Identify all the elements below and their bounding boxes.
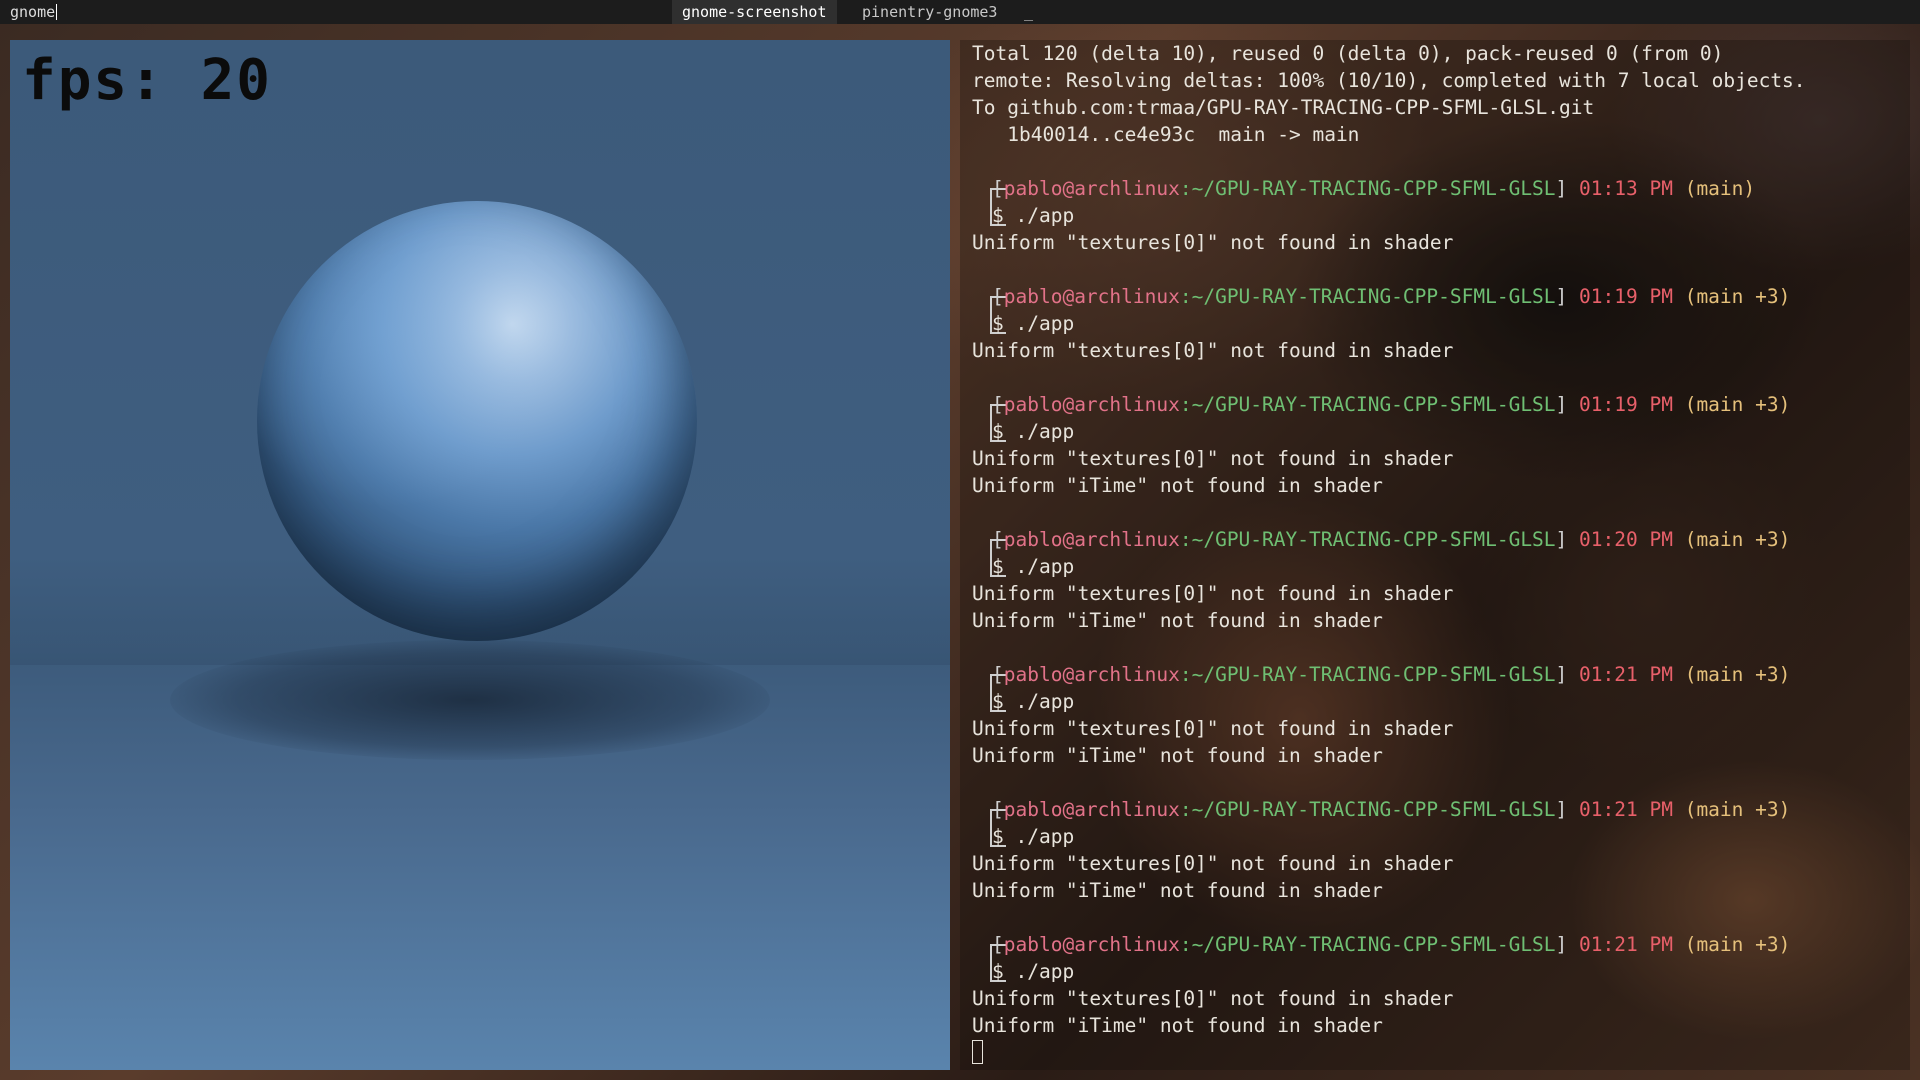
prompt-dollar: $ (992, 204, 1004, 227)
command-text: ./app (1015, 204, 1075, 227)
prompt-path: :~/GPU-RAY-TRACING-CPP-SFML-GLSL (1179, 177, 1556, 200)
command-text: ./app (1015, 825, 1075, 848)
prompt-user-host: pablo@archlinux (1003, 177, 1180, 200)
prompt-dollar: $ (992, 420, 1004, 443)
more-results-indicator: _ (1024, 3, 1034, 21)
terminal-output-line: Uniform "textures[0]" not found in shade… (972, 582, 1454, 605)
prompt-bracket-close: ] (1555, 177, 1580, 200)
prompt-bracket-close: ] (1555, 285, 1580, 308)
command-text: ./app (1015, 312, 1075, 335)
prompt-bracket-open: [ (992, 528, 1004, 551)
top-bar: gnome gnome-screenshot pinentry-gnome3 _ (0, 0, 1920, 24)
terminal-output-line: Uniform "textures[0]" not found in shade… (972, 852, 1454, 875)
prompt-line: [pablo@archlinux:~/GPU-RAY-TRACING-CPP-S… (992, 796, 1790, 823)
command-line: $ ./app (992, 553, 1074, 580)
prompt-user-host: pablo@archlinux (1003, 933, 1180, 956)
sphere-shadow (170, 640, 770, 760)
launcher-input[interactable]: gnome (10, 0, 58, 24)
prompt-line: [pablo@archlinux:~/GPU-RAY-TRACING-CPP-S… (992, 931, 1790, 958)
prompt-line: [pablo@archlinux:~/GPU-RAY-TRACING-CPP-S… (992, 283, 1790, 310)
command-line: $ ./app (992, 418, 1074, 445)
command-line: $ ./app (992, 688, 1074, 715)
prompt-bracket-open: [ (992, 798, 1004, 821)
prompt-time: 01:13 PM (1579, 177, 1673, 200)
terminal-output-line: Uniform "iTime" not found in shader (972, 1014, 1383, 1037)
prompt-bracket-open: [ (992, 663, 1004, 686)
terminal-output-line: remote: Resolving deltas: 100% (10/10), … (972, 69, 1806, 92)
prompt-line: [pablo@archlinux:~/GPU-RAY-TRACING-CPP-S… (992, 661, 1790, 688)
prompt-user-host: pablo@archlinux (1003, 663, 1180, 686)
prompt-user-host: pablo@archlinux (1003, 528, 1180, 551)
terminal-output-line: Uniform "textures[0]" not found in shade… (972, 339, 1454, 362)
terminal-output-line: Uniform "textures[0]" not found in shade… (972, 987, 1454, 1010)
prompt-bracket-open: [ (992, 177, 1004, 200)
prompt-bracket-close: ] (1555, 798, 1580, 821)
terminal-output-line: Uniform "iTime" not found in shader (972, 744, 1383, 767)
prompt-path: :~/GPU-RAY-TRACING-CPP-SFML-GLSL (1179, 663, 1556, 686)
terminal-output-line: Uniform "iTime" not found in shader (972, 474, 1383, 497)
prompt-bracket-open: [ (992, 933, 1004, 956)
prompt-bracket-close: ] (1555, 933, 1580, 956)
prompt-time: 01:19 PM (1579, 393, 1673, 416)
prompt-bracket-open: [ (992, 285, 1004, 308)
sphere-highlight (257, 201, 697, 641)
prompt-dollar: $ (992, 960, 1004, 983)
prompt-branch: (main +3) (1684, 663, 1791, 686)
terminal-cursor (972, 1040, 983, 1064)
terminal-output-line: Total 120 (delta 10), reused 0 (delta 0)… (972, 42, 1724, 65)
prompt-dollar: $ (992, 312, 1004, 335)
launcher-result-pinentry-gnome3[interactable]: pinentry-gnome3 (852, 0, 1007, 24)
command-line: $ ./app (992, 202, 1074, 229)
prompt-user-host: pablo@archlinux (1003, 798, 1180, 821)
prompt-bracket-close: ] (1555, 528, 1580, 551)
prompt-branch: (main +3) (1684, 798, 1791, 821)
terminal-output-line: Uniform "textures[0]" not found in shade… (972, 447, 1454, 470)
text-caret (56, 4, 58, 20)
prompt-path: :~/GPU-RAY-TRACING-CPP-SFML-GLSL (1179, 528, 1556, 551)
fps-counter: fps: 20 (22, 48, 273, 113)
terminal-output-line: Uniform "iTime" not found in shader (972, 609, 1383, 632)
prompt-time: 01:19 PM (1579, 285, 1673, 308)
prompt-line: [pablo@archlinux:~/GPU-RAY-TRACING-CPP-S… (992, 175, 1755, 202)
prompt-dollar: $ (992, 690, 1004, 713)
prompt-user-host: pablo@archlinux (1003, 393, 1180, 416)
prompt-path: :~/GPU-RAY-TRACING-CPP-SFML-GLSL (1179, 393, 1556, 416)
terminal-output-line: 1b40014..ce4e93c main -> main (972, 123, 1360, 146)
prompt-path: :~/GPU-RAY-TRACING-CPP-SFML-GLSL (1179, 798, 1556, 821)
prompt-bracket-close: ] (1555, 663, 1580, 686)
prompt-time: 01:21 PM (1579, 663, 1673, 686)
prompt-time: 01:21 PM (1579, 798, 1673, 821)
ray-tracer-window[interactable]: fps: 20 (10, 40, 950, 1070)
terminal-output-line: Uniform "textures[0]" not found in shade… (972, 231, 1454, 254)
launcher-input-text: gnome (10, 3, 56, 21)
terminal-output-line: To github.com:trmaa/GPU-RAY-TRACING-CPP-… (972, 96, 1595, 119)
prompt-path: :~/GPU-RAY-TRACING-CPP-SFML-GLSL (1179, 933, 1556, 956)
prompt-bracket-open: [ (992, 393, 1004, 416)
prompt-line: [pablo@archlinux:~/GPU-RAY-TRACING-CPP-S… (992, 391, 1790, 418)
command-text: ./app (1015, 690, 1075, 713)
prompt-branch: (main +3) (1684, 528, 1791, 551)
prompt-line: [pablo@archlinux:~/GPU-RAY-TRACING-CPP-S… (992, 526, 1790, 553)
command-line: $ ./app (992, 958, 1074, 985)
command-text: ./app (1015, 555, 1075, 578)
prompt-dollar: $ (992, 825, 1004, 848)
command-text: ./app (1015, 420, 1075, 443)
prompt-branch: (main) (1684, 177, 1756, 200)
command-line: $ ./app (992, 823, 1074, 850)
prompt-branch: (main +3) (1684, 393, 1791, 416)
command-text: ./app (1015, 960, 1075, 983)
terminal-window[interactable]: Total 120 (delta 10), reused 0 (delta 0)… (960, 40, 1910, 1070)
launcher-result-gnome-screenshot[interactable]: gnome-screenshot (672, 0, 837, 24)
prompt-branch: (main +3) (1684, 285, 1791, 308)
prompt-time: 01:20 PM (1579, 528, 1673, 551)
prompt-branch: (main +3) (1684, 933, 1791, 956)
prompt-time: 01:21 PM (1579, 933, 1673, 956)
terminal-output-line: Uniform "iTime" not found in shader (972, 879, 1383, 902)
terminal-output-line: Uniform "textures[0]" not found in shade… (972, 717, 1454, 740)
prompt-bracket-close: ] (1555, 393, 1580, 416)
command-line: $ ./app (992, 310, 1074, 337)
prompt-dollar: $ (992, 555, 1004, 578)
prompt-user-host: pablo@archlinux (1003, 285, 1180, 308)
prompt-path: :~/GPU-RAY-TRACING-CPP-SFML-GLSL (1179, 285, 1556, 308)
